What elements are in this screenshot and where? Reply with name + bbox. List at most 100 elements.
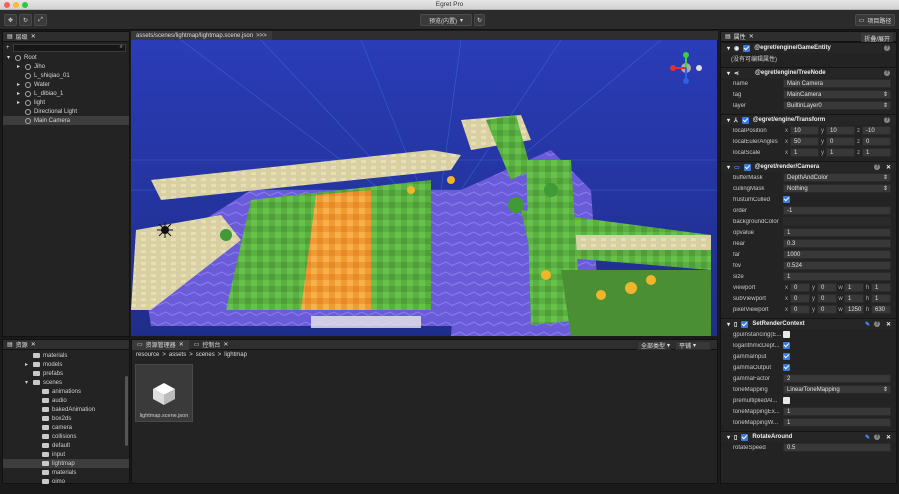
vector-z-input[interactable]: -10 bbox=[862, 126, 891, 135]
preview-dropdown[interactable]: 预览(内置) ▾ bbox=[420, 14, 472, 26]
asset-folder-item[interactable]: audio bbox=[3, 396, 129, 405]
hierarchy-item[interactable]: L_shiqiao_01 bbox=[3, 71, 129, 80]
hierarchy-tab[interactable]: ▤ 层级 ✕ bbox=[3, 32, 129, 42]
logarithmicdepth-checkbox[interactable] bbox=[783, 342, 790, 349]
assets-tab[interactable]: ▤ 资源 ✕ bbox=[3, 340, 129, 350]
fov-input[interactable]: 0.524 bbox=[783, 261, 891, 270]
refresh-button[interactable]: ↻ bbox=[474, 14, 485, 26]
asset-folder-item[interactable]: camera bbox=[3, 423, 129, 432]
expand-arrow-icon[interactable]: ▾ bbox=[25, 379, 30, 386]
tab-resource-manager[interactable]: ▭ 资源管理器 ✕ bbox=[132, 339, 189, 350]
active-checkbox[interactable] bbox=[743, 44, 751, 52]
asset-folder-item[interactable]: bakedAnimation bbox=[3, 405, 129, 414]
inspector-tab[interactable]: ▤ 属性 ✕ 折叠/展开 bbox=[721, 32, 896, 44]
help-icon[interactable]: ? bbox=[874, 321, 880, 327]
breadcrumb-item[interactable]: lightmap bbox=[224, 352, 247, 358]
asset-folder-item[interactable]: ▸ models bbox=[3, 360, 129, 369]
expand-arrow-icon[interactable]: ▸ bbox=[17, 99, 22, 106]
rotate-around-header[interactable]: ▾ ▯ RotateAround ✎? ✕ bbox=[721, 431, 896, 442]
vector-y-input[interactable]: 0 bbox=[817, 305, 837, 314]
vector-x-input[interactable]: 50 bbox=[790, 137, 819, 146]
render-context-header[interactable]: ▾ ▯ SetRenderContext ✎? ✕ bbox=[721, 318, 896, 329]
close-icon[interactable]: ✕ bbox=[31, 341, 36, 348]
gammafactor-input[interactable]: 2 bbox=[783, 374, 891, 383]
asset-folder-item[interactable]: default bbox=[3, 441, 129, 450]
tag-select[interactable]: MainCamera ⇕ bbox=[783, 90, 891, 99]
expand-arrow-icon[interactable]: ▸ bbox=[17, 81, 22, 88]
close-icon[interactable]: ✕ bbox=[223, 341, 228, 348]
hierarchy-item[interactable]: ▸ Jiho bbox=[3, 62, 129, 71]
asset-folder-item[interactable]: box2ds bbox=[3, 414, 129, 423]
premultipliedalpha-checkbox[interactable] bbox=[783, 397, 790, 404]
scale-tool-button[interactable]: ⤢ bbox=[34, 14, 47, 26]
help-icon[interactable]: ? bbox=[874, 164, 880, 170]
rotate-tool-button[interactable]: ↻ bbox=[19, 14, 32, 26]
breadcrumb-item[interactable]: assets bbox=[169, 352, 186, 358]
vector-h-input[interactable]: 1 bbox=[871, 294, 891, 303]
asset-folder-item[interactable]: animations bbox=[3, 387, 129, 396]
camera-header[interactable]: ▾ ▭ @egret/render/Camera? ✕ bbox=[721, 161, 896, 172]
frustumculled-checkbox[interactable] bbox=[783, 196, 790, 203]
buffermask-select[interactable]: DepthAndColor ⇕ bbox=[783, 173, 891, 182]
size-input[interactable]: 1 bbox=[783, 272, 891, 281]
expand-arrow-icon[interactable]: ▸ bbox=[17, 63, 22, 70]
vector-y-input[interactable]: 1 bbox=[826, 148, 855, 157]
tree-node-header[interactable]: ▾ ⋖ @egret/engine/TreeNode? bbox=[721, 67, 896, 78]
close-icon[interactable]: ✕ bbox=[31, 33, 36, 40]
vector-x-input[interactable]: 0 bbox=[790, 305, 810, 314]
breadcrumb-item[interactable]: resource bbox=[136, 352, 159, 358]
vector-x-input[interactable]: 1 bbox=[790, 148, 819, 157]
breadcrumb-item[interactable]: scenes bbox=[196, 352, 215, 358]
hierarchy-item[interactable]: ▸ light bbox=[3, 98, 129, 107]
move-tool-button[interactable]: ✥ bbox=[4, 14, 17, 26]
rotatespeed-input[interactable]: 0.5 bbox=[783, 443, 891, 452]
asset-folder-item[interactable]: oimo bbox=[3, 477, 129, 486]
active-checkbox[interactable] bbox=[743, 163, 751, 171]
hierarchy-search-input[interactable]: ⌕ bbox=[12, 43, 126, 52]
help-icon[interactable]: ? bbox=[874, 434, 880, 440]
gammaoutput-checkbox[interactable] bbox=[783, 364, 790, 371]
expand-arrow-icon[interactable]: ▸ bbox=[17, 90, 22, 97]
file-tile[interactable]: lightmap.scene.json bbox=[135, 364, 193, 422]
active-checkbox[interactable] bbox=[741, 116, 749, 124]
order-input[interactable]: -1 bbox=[783, 206, 891, 215]
vector-y-input[interactable]: 10 bbox=[826, 126, 855, 135]
add-node-button[interactable]: + bbox=[6, 45, 10, 51]
view-mode-select[interactable]: 平铺 ▾ bbox=[675, 341, 711, 350]
active-checkbox[interactable] bbox=[741, 433, 749, 441]
vector-h-input[interactable]: 1 bbox=[871, 283, 891, 292]
gammainput-checkbox[interactable] bbox=[783, 353, 790, 360]
near-input[interactable]: 0.3 bbox=[783, 239, 891, 248]
asset-folder-item[interactable]: materials bbox=[3, 468, 129, 477]
asset-folder-item[interactable]: input bbox=[3, 450, 129, 459]
active-checkbox[interactable] bbox=[741, 320, 749, 328]
vector-x-input[interactable]: 0 bbox=[790, 283, 810, 292]
close-icon[interactable]: ✕ bbox=[886, 434, 891, 441]
project-path-button[interactable]: ▭ 项目路径 bbox=[855, 14, 895, 26]
vector-y-input[interactable]: 0 bbox=[826, 137, 855, 146]
assets-scrollbar[interactable] bbox=[125, 376, 128, 446]
asset-folder-item[interactable]: materials bbox=[3, 351, 129, 360]
help-icon[interactable]: ? bbox=[884, 117, 890, 123]
tonemappingwhite-input[interactable]: 1 bbox=[783, 418, 891, 427]
vector-x-input[interactable]: 10 bbox=[790, 126, 819, 135]
opvalue-input[interactable]: 1 bbox=[783, 228, 891, 237]
hierarchy-item[interactable]: Directional Light bbox=[3, 107, 129, 116]
help-icon[interactable]: ? bbox=[884, 70, 890, 76]
hierarchy-item[interactable]: Main Camera bbox=[3, 116, 129, 125]
close-icon[interactable]: ✕ bbox=[886, 164, 891, 171]
asset-folder-item[interactable]: ▾ scenes bbox=[3, 378, 129, 387]
vector-x-input[interactable]: 0 bbox=[790, 294, 810, 303]
cullingmask-select[interactable]: Nothing ⇕ bbox=[783, 184, 891, 193]
close-icon[interactable]: ✕ bbox=[179, 341, 184, 348]
transform-header[interactable]: ▾ ⅄ @egret/engine/Transform? bbox=[721, 114, 896, 125]
vector-y-input[interactable]: 0 bbox=[817, 294, 837, 303]
asset-folder-item[interactable]: collisions bbox=[3, 432, 129, 441]
vector-z-input[interactable]: 0 bbox=[862, 137, 891, 146]
tab-console[interactable]: ▭ 控制台 ✕ bbox=[189, 340, 234, 350]
far-input[interactable]: 1000 bbox=[783, 250, 891, 259]
expand-arrow-icon[interactable]: ▾ bbox=[7, 54, 12, 61]
edit-icon[interactable]: ✎ bbox=[865, 434, 870, 441]
layer-select[interactable]: BuiltinLayer0 ⇕ bbox=[783, 101, 891, 110]
gpuinstancing-checkbox[interactable] bbox=[783, 331, 790, 338]
